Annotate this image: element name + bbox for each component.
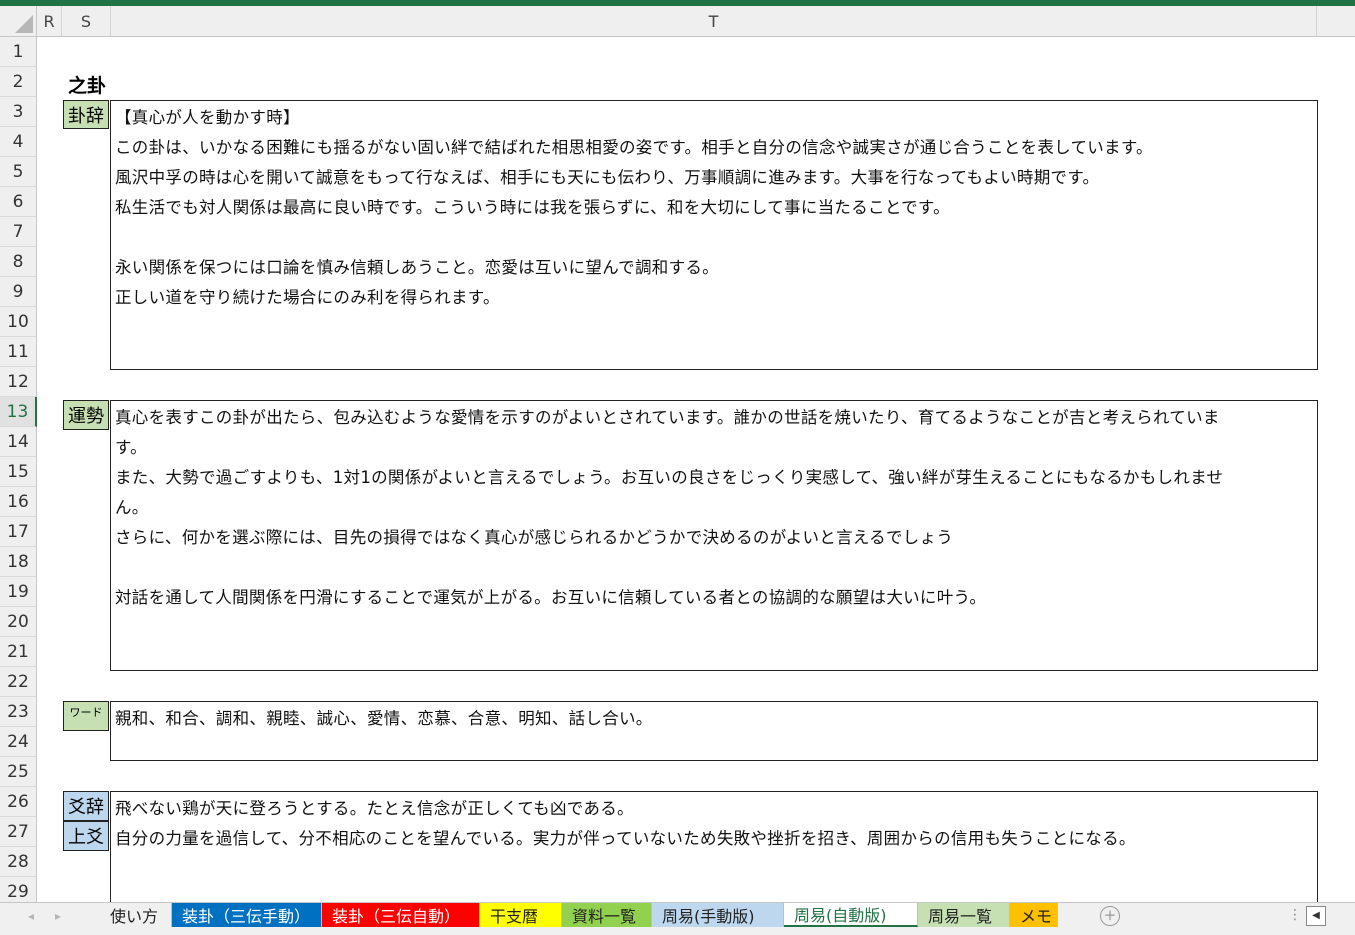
section-title: 之卦 bbox=[68, 75, 107, 97]
row-header-28[interactable]: 28 bbox=[0, 847, 37, 877]
row-header-23[interactable]: 23 bbox=[0, 697, 37, 727]
row-header-17[interactable]: 17 bbox=[0, 517, 37, 547]
row-header-7[interactable]: 7 bbox=[0, 217, 37, 247]
more-options-icon[interactable]: ⋮ bbox=[1288, 907, 1302, 923]
sheet-tab[interactable]: 周易一覧 bbox=[918, 903, 1010, 927]
row-header-6[interactable]: 6 bbox=[0, 187, 37, 217]
row-header-24[interactable]: 24 bbox=[0, 727, 37, 757]
kaji-line: 【真心が人を動かす時】 bbox=[115, 108, 300, 127]
row-header-18[interactable]: 18 bbox=[0, 547, 37, 577]
kouji-line: 飛べない鶏が天に登ろうとする。たとえ信念が正しくても凶である。 bbox=[115, 799, 634, 818]
label-unsei: 運勢 bbox=[63, 400, 109, 430]
row-header-2[interactable]: 2 bbox=[0, 67, 37, 97]
kouji-line: 自分の力量を過信して、分不相応のことを望んでいる。実力が伴っていないため失敗や挫… bbox=[115, 829, 1136, 848]
word-line: 親和、和合、調和、親睦、誠心、愛情、恋慕、合意、明知、話し合い。 bbox=[115, 709, 653, 728]
row-header-4[interactable]: 4 bbox=[0, 127, 37, 157]
row-header-19[interactable]: 19 bbox=[0, 577, 37, 607]
unsei-line: ん。 bbox=[115, 498, 149, 517]
kaji-line: この卦は、いかなる困難にも揺るがない固い絆で結ばれた相思相愛の姿です。相手と自分… bbox=[115, 138, 1153, 157]
sheet-tab[interactable]: 資料一覧 bbox=[562, 903, 652, 927]
select-all-corner[interactable] bbox=[0, 6, 37, 37]
next-sheet-icon[interactable]: ▸ bbox=[55, 909, 61, 923]
row-header-14[interactable]: 14 bbox=[0, 427, 37, 457]
label-word: ワード bbox=[63, 701, 109, 731]
unsei-line: す。 bbox=[115, 438, 147, 457]
row-header-25[interactable]: 25 bbox=[0, 757, 37, 787]
row-header-27[interactable]: 27 bbox=[0, 817, 37, 847]
sheet-tab[interactable]: 装卦（三伝手動） bbox=[172, 903, 322, 927]
row-header-3[interactable]: 3 bbox=[0, 97, 37, 127]
row-header-21[interactable]: 21 bbox=[0, 637, 37, 667]
kouji-textbox[interactable]: 飛べない鶏が天に登ろうとする。たとえ信念が正しくても凶である。自分の力量を過信し… bbox=[110, 791, 1318, 902]
word-textbox[interactable]: 親和、和合、調和、親睦、誠心、愛情、恋慕、合意、明知、話し合い。 bbox=[110, 701, 1318, 761]
sheet-tab[interactable]: メモ bbox=[1010, 903, 1058, 927]
kaji-line: 正しい道を守り続けた場合にのみ利を得られます。 bbox=[115, 288, 500, 307]
kaji-line: 永い関係を保つには口論を慎み信頼しあうこと。恋愛は互いに望んで調和する。 bbox=[115, 258, 719, 277]
column-header-s[interactable]: S bbox=[62, 6, 111, 37]
row-header-26[interactable]: 26 bbox=[0, 787, 37, 817]
sheet-tab[interactable]: 使い方 bbox=[100, 903, 172, 927]
row-header-9[interactable]: 9 bbox=[0, 277, 37, 307]
row-header-16[interactable]: 16 bbox=[0, 487, 37, 517]
row-header-15[interactable]: 15 bbox=[0, 457, 37, 487]
kaji-line: 私生活でも対人関係は最高に良い時です。こういう時には我を張らずに、和を大切にして… bbox=[115, 198, 950, 217]
row-header-20[interactable]: 20 bbox=[0, 607, 37, 637]
sheet-tab-bar: ◂ ▸ 使い方 装卦（三伝手動） 装卦（三伝自動） 干支暦 資料一覧 周易(手動版) 周易(… bbox=[0, 902, 1355, 935]
row-header-11[interactable]: 11 bbox=[0, 337, 37, 367]
unsei-line: 真心を表すこの卦が出たら、包み込むような愛情を示すのがよいとされています。誰かの… bbox=[115, 408, 1220, 427]
row-header-10[interactable]: 10 bbox=[0, 307, 37, 337]
unsei-line: また、大勢で過ごすよりも、1対1の関係がよいと言えるでしょう。お互いの良さをじっ… bbox=[115, 468, 1224, 487]
sheet-tab[interactable]: 周易(自動版) bbox=[784, 903, 918, 927]
row-header-22[interactable]: 22 bbox=[0, 667, 37, 697]
row-header-5[interactable]: 5 bbox=[0, 157, 37, 187]
row-header-8[interactable]: 8 bbox=[0, 247, 37, 277]
row-header-1[interactable]: 1 bbox=[0, 37, 37, 67]
kaji-textbox[interactable]: 【真心が人を動かす時】この卦は、いかなる困難にも揺るがない固い絆で結ばれた相思相… bbox=[110, 100, 1318, 370]
label-kouji-position: 上爻 bbox=[63, 821, 109, 851]
label-kouji: 爻辞 bbox=[63, 791, 109, 821]
sheet-tab[interactable]: 干支暦 bbox=[480, 903, 562, 927]
unsei-textbox[interactable]: 真心を表すこの卦が出たら、包み込むような愛情を示すのがよいとされています。誰かの… bbox=[110, 400, 1318, 671]
worksheet-grid[interactable]: 之卦 卦辞 【真心が人を動かす時】この卦は、いかなる困難にも揺るがない固い絆で結… bbox=[37, 37, 1355, 902]
scroll-left-icon[interactable]: ◀ bbox=[1306, 906, 1326, 926]
label-kaji: 卦辞 bbox=[63, 100, 109, 129]
sheet-tab[interactable]: 周易(手動版) bbox=[652, 903, 784, 927]
column-header-next[interactable] bbox=[1317, 6, 1355, 37]
column-header-r[interactable]: R bbox=[37, 6, 62, 37]
unsei-line: 対話を通して人間関係を円滑にすることで運気が上がる。お互いに信頼している者との協… bbox=[115, 588, 987, 607]
kaji-line: 風沢中孚の時は心を開いて誠意をもって行なえば、相手にも天にも伝わり、万事順調に進… bbox=[115, 168, 1100, 187]
prev-sheet-icon[interactable]: ◂ bbox=[28, 909, 34, 923]
row-header-12[interactable]: 12 bbox=[0, 367, 37, 397]
unsei-line: さらに、何かを選ぶ際には、目先の損得ではなく真心が感じられるかどうかで決めるのが… bbox=[115, 528, 954, 547]
column-header-t[interactable]: T bbox=[111, 6, 1317, 37]
add-sheet-icon[interactable]: + bbox=[1100, 906, 1120, 926]
sheet-tab[interactable]: 装卦（三伝自動） bbox=[322, 903, 480, 927]
row-header-13[interactable]: 13 bbox=[0, 397, 37, 427]
